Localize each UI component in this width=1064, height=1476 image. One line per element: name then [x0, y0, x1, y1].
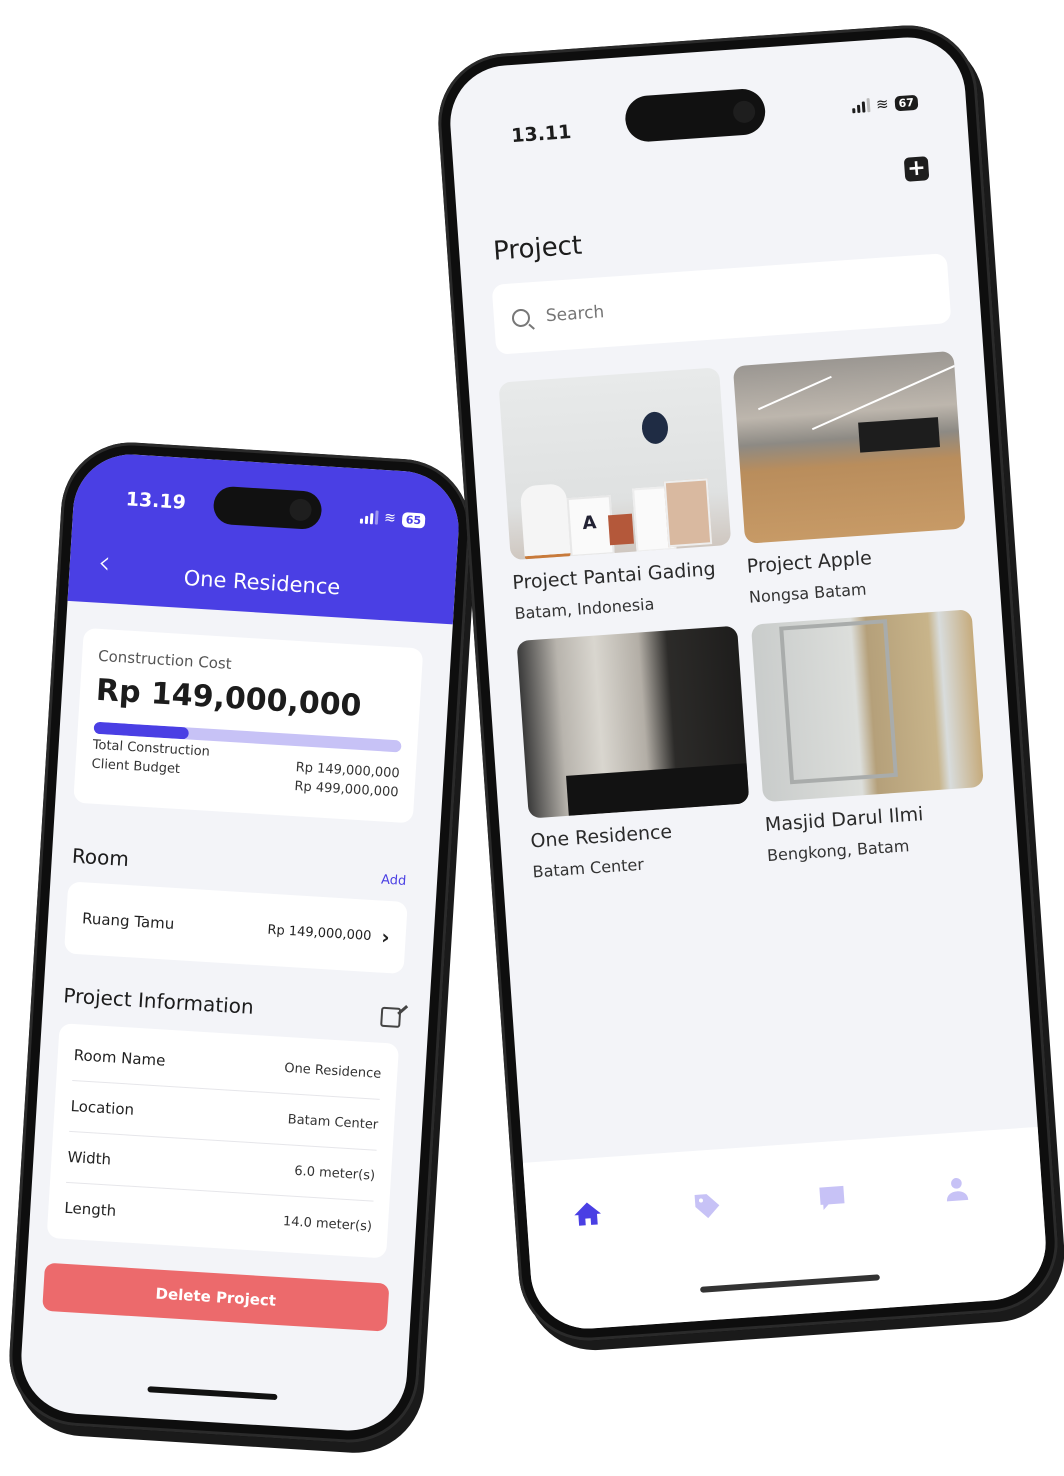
- construction-cost-value: Rp 149,000,000: [95, 672, 363, 724]
- project-thumbnail: [498, 367, 732, 561]
- client-budget-label: Client Budget: [91, 756, 181, 777]
- room-list-item[interactable]: Ruang Tamu Rp 149,000,000 ›: [64, 881, 408, 974]
- dynamic-island: [623, 87, 767, 144]
- page-title: Project: [492, 230, 584, 267]
- status-icons: ≋ 65: [359, 509, 426, 529]
- dynamic-island: [212, 485, 323, 531]
- construction-cost-card: Construction Cost Rp 149,000,000 Total C…: [73, 627, 424, 824]
- status-time: 13.11: [510, 121, 573, 148]
- project-grid: Project Pantai Gading Batam, Indonesia P…: [498, 350, 988, 882]
- signal-icon: [852, 98, 871, 114]
- budget-progress-fill: [93, 721, 190, 740]
- tab-home[interactable]: [571, 1197, 605, 1231]
- tag-icon: [694, 1194, 720, 1219]
- chat-icon: [819, 1185, 845, 1211]
- home-icon: [574, 1202, 601, 1226]
- battery-icon: 65: [401, 511, 426, 528]
- project-thumbnail: [732, 350, 966, 544]
- profile-icon: [946, 1178, 969, 1202]
- project-card[interactable]: Project Apple Nongsa Batam: [732, 350, 970, 607]
- info-label: Length: [63, 1198, 117, 1220]
- project-card[interactable]: Project Pantai Gading Batam, Indonesia: [498, 367, 735, 623]
- tab-profile[interactable]: [940, 1172, 974, 1206]
- add-room-link[interactable]: Add: [381, 873, 407, 890]
- project-thumbnail: [750, 609, 984, 803]
- room-section-title: Room: [71, 843, 130, 872]
- info-label: Room Name: [73, 1046, 166, 1070]
- project-location: Batam, Indonesia: [513, 594, 655, 624]
- info-label: Width: [67, 1147, 112, 1169]
- home-indicator: [147, 1386, 278, 1401]
- detail-title: One Residence: [183, 565, 342, 600]
- info-label: Location: [70, 1096, 135, 1119]
- bottom-tab-bar: [522, 1126, 1050, 1333]
- project-name: One Residence: [529, 820, 673, 853]
- project-location: Nongsa Batam: [748, 579, 868, 607]
- project-info-title: Project Information: [62, 983, 255, 1019]
- info-value: 6.0 meter(s): [293, 1163, 376, 1184]
- search-icon: [511, 308, 531, 328]
- battery-icon: 67: [894, 94, 919, 111]
- tab-tags[interactable]: [690, 1189, 724, 1223]
- client-budget-value: Rp 499,000,000: [294, 779, 399, 801]
- search-input[interactable]: [543, 280, 899, 328]
- home-indicator: [700, 1274, 880, 1293]
- tab-messages[interactable]: [815, 1180, 849, 1214]
- add-project-button[interactable]: +: [903, 155, 930, 182]
- status-icons: ≋ 67: [852, 93, 919, 116]
- detail-header: 13.19 ≋ 65 ‹ One Residence: [67, 451, 462, 625]
- total-construction-value: Rp 149,000,000: [295, 760, 401, 782]
- project-list-screen: 13.11 ≋ 67 + Project Project Pantai Gadi…: [446, 33, 1050, 1333]
- detail-screen: 13.19 ≋ 65 ‹ One Residence Construction …: [18, 451, 462, 1434]
- info-value: Batam Center: [287, 1111, 379, 1133]
- total-construction-label: Total Construction: [92, 737, 211, 760]
- room-name: Ruang Tamu: [81, 909, 175, 933]
- project-name: Project Apple: [746, 547, 873, 578]
- edit-icon[interactable]: [380, 1006, 402, 1028]
- project-location: Bengkong, Batam: [766, 836, 910, 866]
- room-cost: Rp 149,000,000: [267, 922, 372, 944]
- signal-icon: [359, 510, 379, 525]
- phone-project-detail: 13.19 ≋ 65 ‹ One Residence Construction …: [5, 438, 475, 1447]
- project-location: Batam Center: [531, 854, 645, 882]
- project-name: Masjid Darul Ilmi: [764, 803, 925, 837]
- project-thumbnail: [516, 625, 750, 819]
- wifi-icon: ≋: [875, 94, 890, 114]
- project-card[interactable]: One Residence Batam Center: [516, 625, 754, 882]
- status-time: 13.19: [125, 488, 187, 514]
- project-info-card: Room Name One Residence Location Batam C…: [46, 1023, 400, 1259]
- project-name: Project Pantai Gading: [511, 558, 717, 595]
- search-bar[interactable]: [491, 253, 952, 355]
- info-value: 14.0 meter(s): [282, 1213, 373, 1235]
- chevron-right-icon: ›: [380, 924, 391, 950]
- delete-project-button[interactable]: Delete Project: [42, 1262, 390, 1332]
- phone-project-list: 13.11 ≋ 67 + Project Project Pantai Gadi…: [433, 20, 1063, 1346]
- info-value: One Residence: [283, 1060, 382, 1082]
- wifi-icon: ≋: [383, 510, 397, 527]
- project-card[interactable]: Masjid Darul Ilmi Bengkong, Batam: [750, 609, 988, 866]
- room-list: Ruang Tamu Rp 149,000,000 ›: [64, 881, 408, 975]
